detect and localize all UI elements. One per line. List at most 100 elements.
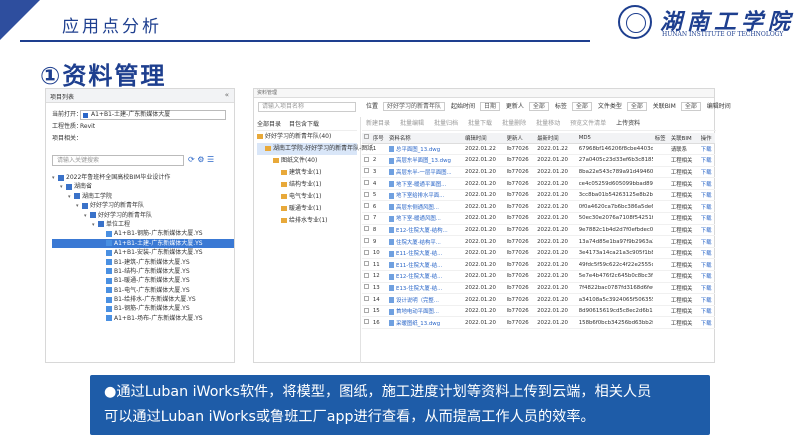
row-checkbox[interactable]	[362, 305, 371, 318]
tag-select[interactable]: 全部	[571, 102, 592, 111]
project-tree-node[interactable]: A1+B1-钢筋-广东新媒体大厦.YS	[52, 229, 234, 238]
folder-tree-node[interactable]: 建筑专业(1)	[257, 167, 357, 179]
project-tree-node[interactable]: B1-结构-广东新媒体大厦.YS	[52, 267, 234, 276]
row-checkbox[interactable]	[362, 154, 371, 167]
collapse-icon[interactable]: «	[225, 91, 229, 99]
row-checkbox[interactable]	[362, 282, 371, 295]
project-tree-node[interactable]: B1-钢筋-广东新媒体大厦.YS	[52, 304, 234, 313]
table-row[interactable]: 4 地下室-暖通平面图... 2022.01.20 lb77026 2022.01.20…	[362, 177, 715, 190]
project-tree-node[interactable]: A1+B1-场布-广东新媒体大厦.YS	[52, 314, 234, 323]
project-tree-node[interactable]: B1-电气-广东新媒体大厦.YS	[52, 286, 234, 295]
column-header[interactable]: 关联BIM	[668, 133, 699, 144]
project-tree-node[interactable]: ▾ 单位工程	[52, 220, 234, 229]
file-name[interactable]: 地下室给排水平面...	[396, 193, 444, 199]
settings-icon[interactable]: ⚙	[197, 155, 204, 164]
row-checkbox[interactable]	[362, 247, 371, 260]
download-link[interactable]: 下载	[698, 316, 715, 329]
download-link[interactable]: 下载	[698, 282, 715, 295]
table-row[interactable]: 5 地下室给排水平面... 2022.01.20 lb77026 2022.01.20 3…	[362, 189, 715, 202]
file-name[interactable]: E12-住院大厦-结...	[396, 274, 442, 280]
project-tree-node[interactable]: B1-建筑-广东新媒体大厦.YS	[52, 258, 234, 267]
file-name[interactable]: E11-住院大厦-结...	[396, 263, 442, 269]
table-row[interactable]: 2 高层东半面图_13.dwg 2022.01.20 lb77026 2022.01.2…	[362, 154, 715, 167]
table-row[interactable]: 6 高层东侧通风图... 2022.01.20 lb77026 2022.01.20 0f…	[362, 200, 715, 214]
file-name[interactable]: 采暖图纸_13.dwg	[396, 321, 440, 327]
column-header[interactable]: 最新时间	[535, 133, 577, 144]
column-header[interactable]: 标签	[652, 133, 669, 144]
download-link[interactable]: 下载	[698, 305, 715, 318]
file-type-select[interactable]: 全部	[626, 102, 647, 111]
file-name[interactable]: 首地电动平面图...	[396, 309, 439, 315]
table-row[interactable]: 15 首地电动平面图... 2022.01.20 lb77026 2022.01.20 8…	[362, 305, 715, 318]
folder-tree-node[interactable]: 湖南工学院-好好学习的新青年队-图纸	[257, 143, 373, 155]
all-folders-button[interactable]: 全部目录	[257, 121, 281, 128]
download-link[interactable]: 下载	[698, 166, 715, 179]
download-link[interactable]: 下载	[698, 143, 715, 156]
folder-tree-node[interactable]: 电气专业(1)	[257, 191, 357, 203]
project-tree-node[interactable]: A1+B1-土建-广东新媒体大厦.YS	[52, 238, 234, 249]
start-time-input[interactable]: 日期	[479, 102, 500, 111]
project-tree-node[interactable]: ▾ 湖南工学院	[52, 192, 234, 201]
file-name[interactable]: 住院大厦-结构平...	[396, 240, 441, 246]
download-button[interactable]: 目包含下载	[289, 121, 319, 128]
location-select[interactable]: 好好学习的新青年队	[383, 102, 446, 111]
folder-tree-node[interactable]: 好好学习的新青年队(40)	[257, 131, 357, 143]
download-link[interactable]: 下载	[698, 154, 715, 167]
file-name[interactable]: 高层东半-一层平面图...	[396, 170, 452, 176]
download-link[interactable]: 下载	[698, 177, 715, 190]
action-button[interactable]: 上传资料	[616, 120, 640, 127]
download-link[interactable]: 下载	[698, 212, 715, 225]
row-checkbox[interactable]	[362, 212, 371, 225]
download-link[interactable]: 下载	[698, 200, 715, 214]
file-name[interactable]: E11-住院大厦-结...	[396, 251, 442, 257]
project-tree-node[interactable]: B1-暖通-广东新媒体大厦.YS	[52, 276, 234, 285]
action-button[interactable]: 批量删除	[502, 120, 526, 127]
download-link[interactable]: 下载	[698, 247, 715, 260]
column-header[interactable]: 序号	[370, 133, 388, 144]
download-link[interactable]: 下载	[698, 235, 715, 248]
table-row[interactable]: 12 E12-住院大厦-结... 2022.01.20 lb77026 2022.01.…	[362, 270, 715, 283]
action-button[interactable]: 预览文件清单	[570, 120, 606, 127]
file-name[interactable]: 地下室-暖通风图...	[396, 216, 441, 222]
project-tree-node[interactable]: ▾ 好好学习的新青年队	[52, 211, 234, 220]
folder-tree-node[interactable]: 图纸文件(40)	[257, 155, 357, 167]
download-link[interactable]: 下载	[698, 189, 715, 202]
column-header[interactable]: 更新人	[504, 133, 536, 144]
folder-tree-node[interactable]: 暖通专业(1)	[257, 203, 357, 215]
row-checkbox[interactable]	[362, 200, 371, 214]
table-row[interactable]: 9 住院大厦-结构平... 2022.01.20 lb77026 2022.01.20 1…	[362, 235, 715, 248]
row-checkbox[interactable]	[362, 316, 371, 329]
filter-icon[interactable]: ☰	[207, 155, 214, 164]
table-row[interactable]: 10 E11-住院大厦-结... 2022.01.20 lb77026 2022.01.…	[362, 247, 715, 260]
file-name[interactable]: 设计说明（完整...	[396, 298, 439, 304]
row-checkbox[interactable]	[362, 143, 371, 156]
download-link[interactable]: 下载	[698, 224, 715, 237]
table-row[interactable]: 1 总平面图_13.dwg 2022.01.22 lb77026 2022.01.22 6…	[362, 143, 715, 156]
project-tree-node[interactable]: ▾ 好好学习的新青年队	[52, 201, 234, 210]
project-tree-node[interactable]: ▾ 湖南省	[52, 182, 234, 191]
project-search-input[interactable]: 请输入关键搜索	[52, 155, 184, 166]
table-row[interactable]: 11 E11-住院大厦-结... 2022.01.20 lb77026 2022.01.…	[362, 258, 715, 272]
action-button[interactable]: 新建目录	[366, 120, 390, 127]
column-header[interactable]: 资料名称	[387, 133, 464, 144]
select-all-checkbox[interactable]	[362, 133, 371, 144]
file-name[interactable]: E12-住院大厦-结构...	[396, 228, 448, 234]
project-tree-node[interactable]: A1+B1-安装-广东新媒体大厦.YS	[52, 248, 234, 257]
download-link[interactable]: 下载	[698, 293, 715, 306]
row-checkbox[interactable]	[362, 235, 371, 248]
table-row[interactable]: 14 设计说明（完整... 2022.01.20 lb77026 2022.01.20 a…	[362, 293, 715, 306]
table-row[interactable]: 16 采暖图纸_13.dwg 2022.01.20 lb77026 2022.01.20…	[362, 316, 715, 329]
project-tree-node[interactable]: ▾ 2022年鲁班杯全国高校BIM毕业设计作	[52, 173, 234, 182]
file-name[interactable]: 总平面图_13.dwg	[396, 147, 440, 153]
table-row[interactable]: 3 高层东半-一层平面图... 2022.01.20 lb77026 2022.01.2…	[362, 166, 715, 179]
row-checkbox[interactable]	[362, 189, 371, 202]
action-button[interactable]: 批量移动	[536, 120, 560, 127]
table-row[interactable]: 8 E12-住院大厦-结构... 2022.01.20 lb77026 2022.01.…	[362, 224, 715, 237]
folder-tree-node[interactable]: 给排水专业(1)	[257, 215, 357, 227]
project-tree-node[interactable]: B1-给排水-广东新媒体大厦.YS	[52, 295, 234, 304]
action-button[interactable]: 批量编辑	[400, 120, 424, 127]
action-button[interactable]: 批量归档	[434, 120, 458, 127]
download-link[interactable]: 下载	[698, 270, 715, 283]
bim-select[interactable]: 全部	[680, 102, 701, 111]
row-checkbox[interactable]	[362, 270, 371, 283]
